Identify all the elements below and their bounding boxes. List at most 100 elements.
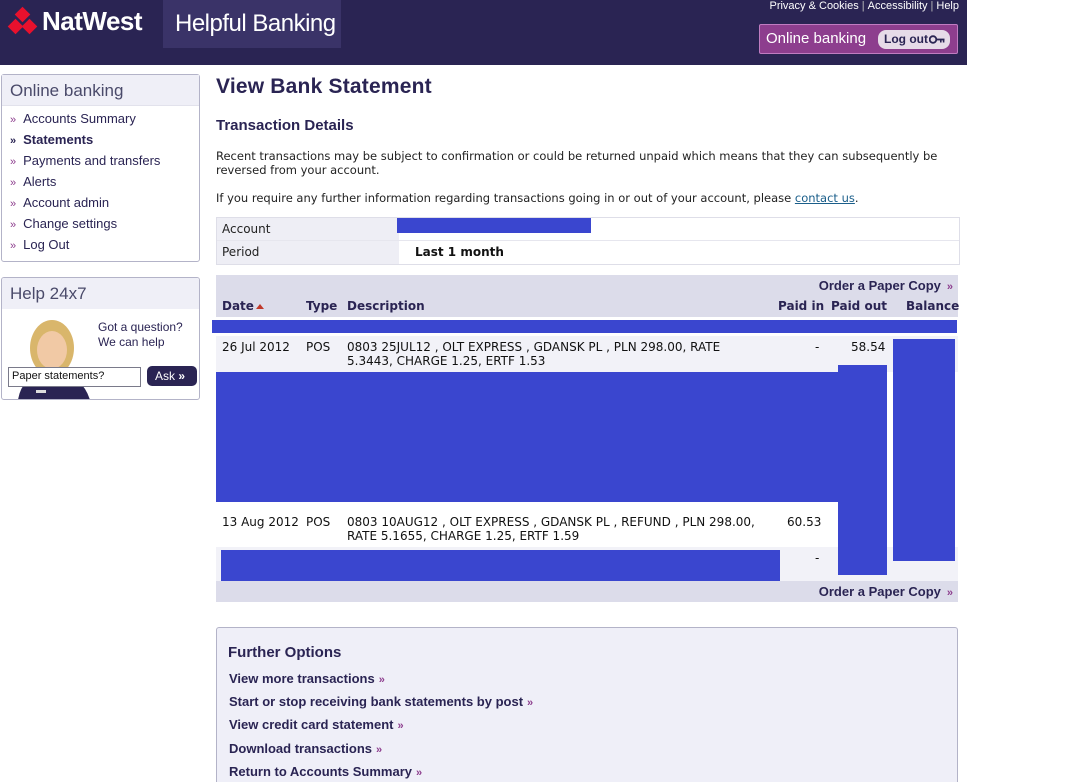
nav-item-label: Statements [23, 132, 94, 147]
tx-type: POS [306, 340, 331, 354]
view-more-transactions-link[interactable]: View more transactions» [229, 671, 385, 686]
ask-button[interactable]: Ask » [147, 366, 197, 386]
account-row: Account [217, 218, 959, 241]
nav-item-change-settings[interactable]: » Change settings [10, 213, 199, 234]
ask-label: Ask [155, 369, 176, 383]
help-question: Got a question? We can help [98, 320, 183, 350]
site-header: NatWest Helpful Banking Privacy & Cookie… [0, 0, 967, 65]
column-date[interactable]: Date [222, 299, 264, 313]
period-label: Period [217, 241, 399, 264]
chevron-right-icon: » [946, 587, 953, 599]
online-banking-badge: Online banking Log out [759, 24, 958, 54]
column-description: Description [347, 299, 425, 313]
nav-item-label: Accounts Summary [23, 111, 136, 126]
tx-paid-in: - [815, 340, 820, 354]
account-info-table: Account Period Last 1 month [216, 217, 960, 265]
order-paper-copy-link-bottom[interactable]: Order a Paper Copy » [819, 584, 953, 599]
contact-prefix: If you require any further information r… [216, 191, 795, 205]
tx-type: POS [306, 515, 331, 529]
help-link[interactable]: Help [936, 0, 959, 12]
redaction-block [216, 372, 838, 502]
chevron-down-icon: » [10, 135, 17, 147]
logout-button[interactable]: Log out [878, 30, 950, 49]
nav-item-account-admin[interactable]: » Account admin [10, 192, 199, 213]
further-options-title: Further Options [228, 644, 342, 661]
account-value [397, 218, 959, 240]
table-header: Order a Paper Copy » Date Type Descriptio… [216, 275, 960, 317]
chevron-right-icon: » [946, 281, 953, 293]
nav-item-label: Payments and transfers [23, 153, 161, 168]
chevron-right-icon: » [10, 156, 17, 168]
redaction-block [221, 550, 780, 581]
tx-date: 13 Aug 2012 [222, 515, 299, 529]
nav-item-alerts[interactable]: » Alerts [10, 171, 199, 192]
accessibility-link[interactable]: Accessibility [868, 0, 928, 12]
brand-name: NatWest [42, 6, 143, 36]
natwest-cubes-icon [7, 6, 38, 36]
chevron-right-icon: » [376, 744, 383, 756]
online-banking-nav: Online banking » Accounts Summary » Statem… [1, 74, 200, 262]
option-label: Start or stop receiving bank statements … [229, 694, 524, 709]
help-search-input[interactable]: Paper statements? [8, 367, 141, 387]
table-footer: Order a Paper Copy » [216, 581, 958, 602]
tx-description: 0803 25JUL12 , OLT EXPRESS , GDANSK PL ,… [347, 340, 721, 368]
option-label: Return to Accounts Summary [229, 764, 412, 779]
nav-item-label: Alerts [23, 174, 57, 189]
return-accounts-summary-link[interactable]: Return to Accounts Summary » [229, 764, 422, 779]
period-row: Period Last 1 month [217, 241, 959, 264]
natwest-logo[interactable]: NatWest [7, 6, 143, 37]
option-label: View credit card statement [229, 717, 394, 732]
help-question-line2: We can help [98, 335, 165, 349]
order-paper-copy-link-top[interactable]: Order a Paper Copy » [819, 278, 953, 293]
option-label: Download transactions [229, 741, 373, 756]
chevron-right-icon: » [397, 720, 404, 732]
tx-paid-in: 60.53 [787, 515, 822, 529]
tx-paid-in: - [815, 551, 820, 565]
contact-text: If you require any further information r… [216, 191, 960, 205]
chevron-right-icon: » [10, 219, 17, 231]
online-banking-label: Online banking [766, 30, 867, 47]
nav-item-label: Change settings [23, 216, 118, 231]
chevron-right-icon: » [10, 177, 17, 189]
page-title: View Bank Statement [216, 75, 432, 98]
nav-item-payments-transfers[interactable]: » Payments and transfers [10, 150, 199, 171]
period-value: Last 1 month [415, 245, 504, 259]
contact-suffix: . [854, 191, 859, 205]
brand-tagline: Helpful Banking [163, 0, 341, 48]
chevron-right-icon: » [178, 369, 186, 383]
notice-text: Recent transactions may be subject to co… [216, 149, 938, 177]
nav-title: Online banking [2, 75, 199, 106]
nav-item-label: Log Out [23, 237, 70, 252]
column-balance: Balance [906, 299, 960, 313]
column-date-label: Date [222, 299, 254, 313]
sort-ascending-icon [255, 304, 264, 309]
column-paid-in: Paid in [778, 299, 825, 313]
contact-us-link[interactable]: contact us [795, 191, 855, 205]
chevron-right-icon: » [10, 198, 17, 210]
tx-description: 0803 10AUG12 , OLT EXPRESS , GDANSK PL ,… [347, 515, 755, 543]
nav-item-log-out[interactable]: » Log Out [10, 234, 199, 255]
nav-item-accounts-summary[interactable]: » Accounts Summary [10, 108, 199, 129]
top-links: Privacy & Cookies | Accessibility | Help [769, 0, 959, 12]
key-icon [929, 35, 945, 44]
help-question-line1: Got a question? [98, 320, 183, 334]
redaction-block [893, 339, 955, 561]
help-24x7-box: Help 24x7 Got a question? We can help Pa… [1, 277, 200, 400]
section-title: Transaction Details [216, 117, 354, 134]
download-transactions-link[interactable]: Download transactions» [229, 741, 382, 756]
chevron-right-icon: » [378, 674, 385, 686]
tx-paid-out: 58.54 [851, 340, 886, 354]
nav-item-label: Account admin [23, 195, 110, 210]
privacy-cookies-link[interactable]: Privacy & Cookies [769, 0, 858, 12]
chevron-right-icon: » [527, 697, 534, 709]
redaction-block [212, 320, 957, 333]
logout-label: Log out [884, 32, 928, 46]
tx-date: 26 Jul 2012 [222, 340, 290, 354]
chevron-right-icon: » [416, 767, 423, 779]
help-title: Help 24x7 [2, 278, 199, 309]
column-type: Type [306, 299, 338, 313]
nav-item-statements[interactable]: » Statements [10, 129, 199, 150]
column-paid-out: Paid out [831, 299, 887, 313]
paper-statements-link[interactable]: Start or stop receiving bank statements … [229, 694, 533, 709]
credit-card-statement-link[interactable]: View credit card statement» [229, 717, 404, 732]
